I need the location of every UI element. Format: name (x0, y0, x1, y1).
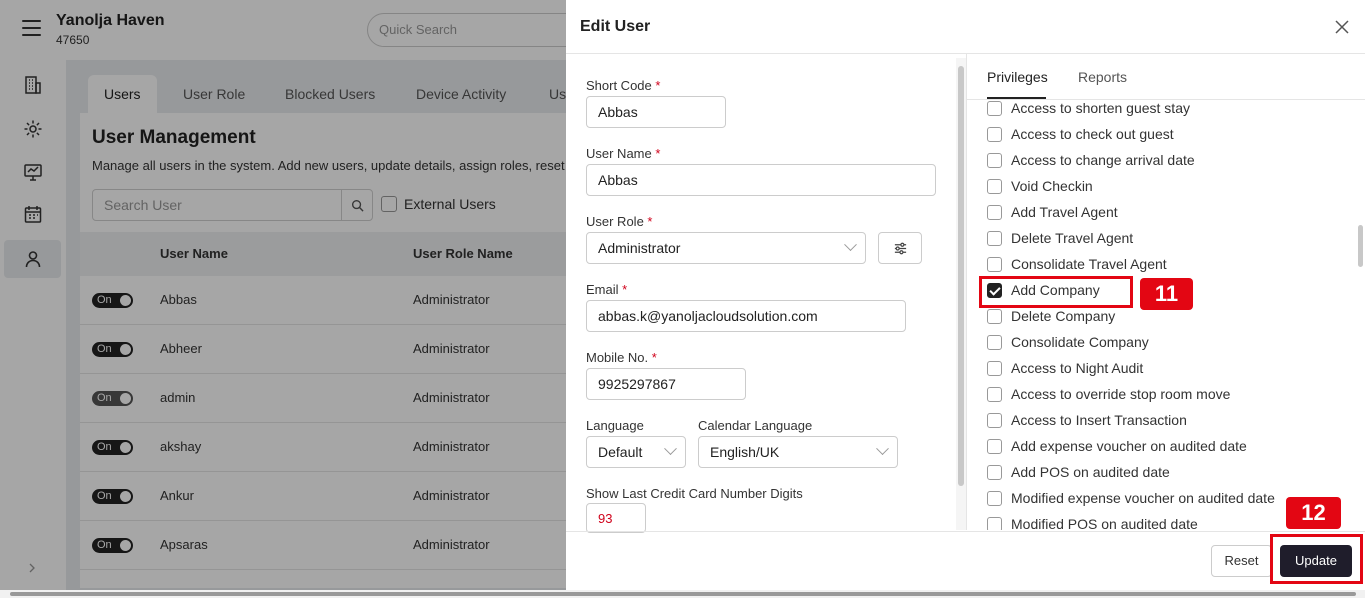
language-label: Language (586, 418, 644, 433)
privilege-checkbox[interactable] (987, 360, 1002, 376)
user-name-label: User Name * (586, 146, 661, 161)
privilege-checkbox[interactable] (987, 438, 1002, 454)
highlight-add-company (979, 276, 1133, 308)
privilege-checkbox[interactable] (987, 230, 1002, 246)
privilege-item[interactable]: Consolidate Travel Agent (987, 251, 1167, 277)
privilege-item[interactable]: Access to Night Audit (987, 355, 1143, 381)
privilege-checkbox[interactable] (987, 256, 1002, 272)
highlight-update-button (1270, 534, 1363, 584)
privilege-item[interactable]: Access to Insert Transaction (987, 407, 1187, 433)
privilege-label: Access to shorten guest stay (1011, 100, 1190, 116)
step-badge-12: 12 (1286, 497, 1341, 529)
reset-button[interactable]: Reset (1211, 545, 1272, 577)
last-cc-digits-input[interactable]: 93 (586, 503, 646, 533)
privilege-label: Consolidate Company (1011, 334, 1149, 350)
privilege-item[interactable]: Access to check out guest (987, 121, 1174, 147)
short-code-input[interactable]: Abbas (586, 96, 726, 128)
step-badge-11: 11 (1140, 278, 1193, 310)
privilege-label: Delete Travel Agent (1011, 230, 1134, 246)
privilege-checkbox[interactable] (987, 308, 1002, 324)
privilege-label: Access to override stop room move (1011, 386, 1231, 402)
privilege-item[interactable]: Void Checkin (987, 173, 1093, 199)
mobile-label: Mobile No. * (586, 350, 657, 365)
chevron-down-icon (664, 442, 677, 456)
tab-privileges[interactable]: Privileges (987, 69, 1048, 85)
privilege-checkbox[interactable] (987, 490, 1002, 506)
privilege-label: Modified POS on audited date (1011, 516, 1198, 530)
privilege-item[interactable]: Add Travel Agent (987, 199, 1118, 225)
form-scrollbar[interactable] (956, 58, 966, 530)
privilege-item[interactable]: Access to shorten guest stay (987, 100, 1190, 121)
privilege-label: Delete Company (1011, 308, 1116, 324)
privilege-checkbox[interactable] (987, 178, 1002, 194)
privilege-checkbox[interactable] (987, 100, 1002, 116)
privilege-item[interactable]: Modified POS on audited date (987, 511, 1198, 530)
calendar-language-label: Calendar Language (698, 418, 813, 433)
email-label: Email * (586, 282, 628, 297)
privilege-item[interactable]: Access to override stop room move (987, 381, 1230, 407)
privilege-label: Access to Insert Transaction (1011, 412, 1187, 428)
email-input[interactable]: abbas.k@yanoljacloudsolution.com (586, 300, 906, 332)
language-select[interactable]: Default (586, 436, 686, 468)
privilege-label: Add Travel Agent (1011, 204, 1118, 220)
privilege-label: Access to check out guest (1011, 126, 1174, 142)
sliders-icon (894, 242, 906, 254)
privilege-checkbox[interactable] (987, 412, 1002, 428)
privilege-label: Modified expense voucher on audited date (1011, 490, 1275, 506)
privilege-checkbox[interactable] (987, 386, 1002, 402)
chevron-down-icon (876, 442, 889, 456)
divider (566, 531, 1365, 532)
user-role-label: User Role * (586, 214, 653, 229)
user-name-input[interactable]: Abbas (586, 164, 936, 196)
privilege-checkbox[interactable] (987, 152, 1002, 168)
privilege-checkbox[interactable] (987, 126, 1002, 142)
modal-title: Edit User (580, 18, 651, 35)
privilege-label: Add expense voucher on audited date (1011, 438, 1247, 454)
privilege-label: Void Checkin (1011, 178, 1093, 194)
privilege-label: Access to Night Audit (1011, 360, 1144, 376)
mobile-input[interactable]: 9925297867 (586, 368, 746, 400)
modal-backdrop[interactable] (0, 0, 566, 598)
privilege-checkbox[interactable] (987, 204, 1002, 220)
privilege-item[interactable]: Modified expense voucher on audited date (987, 485, 1275, 511)
privilege-checkbox[interactable] (987, 334, 1002, 350)
last-cc-digits-label: Show Last Credit Card Number Digits (586, 486, 803, 501)
privilege-item[interactable]: Delete Travel Agent (987, 225, 1133, 251)
privilege-label: Consolidate Travel Agent (1011, 256, 1167, 272)
user-role-select[interactable]: Administrator (586, 232, 866, 264)
privileges-scrollbar[interactable] (1357, 100, 1365, 530)
horizontal-scrollbar[interactable] (0, 590, 1365, 598)
privilege-label: Access to change arrival date (1011, 152, 1195, 168)
role-settings-button[interactable] (878, 232, 922, 264)
privilege-label: Add POS on audited date (1011, 464, 1170, 480)
chevron-down-icon (844, 238, 857, 252)
privilege-item[interactable]: Consolidate Company (987, 329, 1149, 355)
privilege-checkbox[interactable] (987, 516, 1002, 530)
tab-reports[interactable]: Reports (1078, 69, 1127, 85)
privilege-item[interactable]: Access to change arrival date (987, 147, 1195, 173)
privilege-item[interactable]: Add expense voucher on audited date (987, 433, 1247, 459)
short-code-label: Short Code * (586, 78, 661, 93)
calendar-language-select[interactable]: English/UK (698, 436, 898, 468)
close-icon[interactable] (1331, 16, 1353, 38)
privilege-item[interactable]: Add POS on audited date (987, 459, 1170, 485)
privilege-checkbox[interactable] (987, 464, 1002, 480)
privileges-list: Access to shorten guest stay Access to ch… (967, 100, 1357, 530)
